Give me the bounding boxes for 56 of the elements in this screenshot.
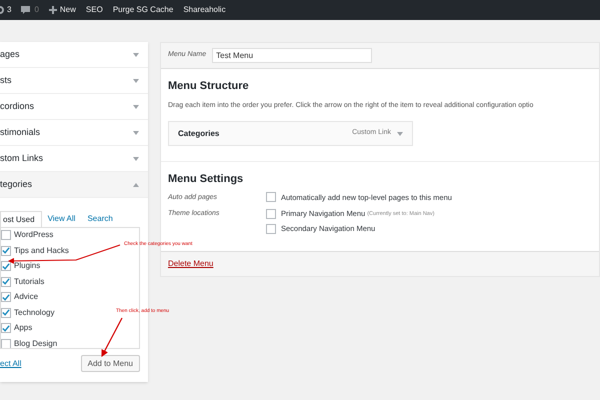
expand-arrow-icon[interactable] <box>133 52 139 56</box>
checkbox[interactable] <box>1 308 11 318</box>
category-label[interactable]: Advice <box>14 291 38 304</box>
menu-item-title: Categories <box>178 128 220 140</box>
accordion-header[interactable]: sts <box>0 68 148 94</box>
select-all-link[interactable]: ect All <box>0 358 22 370</box>
category-label[interactable]: WordPress <box>14 229 54 242</box>
checkbox[interactable] <box>1 261 11 272</box>
accordion-title: sts <box>0 74 12 87</box>
updates-count[interactable]: 3 <box>7 4 12 16</box>
checkbox[interactable] <box>1 292 11 302</box>
add-to-menu-button[interactable]: Add to Menu <box>80 355 140 372</box>
annotation-arrow <box>101 318 123 358</box>
category-label[interactable]: Technology <box>14 306 54 319</box>
section-heading: Menu Settings <box>168 172 244 187</box>
accordion-header[interactable]: cordions <box>0 94 148 120</box>
delete-menu-link[interactable]: Delete Menu <box>168 258 214 270</box>
checkbox[interactable] <box>1 276 11 287</box>
collapse-arrow-icon[interactable] <box>133 182 139 186</box>
accordion-title: stom Links <box>0 152 44 165</box>
category-label[interactable]: Apps <box>14 322 32 334</box>
menu-name-field[interactable]: Test Menu <box>212 48 372 63</box>
admin-bar-link[interactable]: Purge SG Cache <box>112 4 174 16</box>
checkbox[interactable] <box>1 338 11 348</box>
admin-bar-link[interactable]: SEO <box>86 4 103 16</box>
checkbox[interactable] <box>266 224 276 234</box>
comment-icon[interactable] <box>21 6 30 14</box>
accordion-title: tegories <box>0 178 32 191</box>
category-label[interactable]: Plugins <box>14 260 40 272</box>
category-label[interactable]: Tips and Hacks <box>14 244 69 257</box>
accordion-header[interactable]: ages <box>0 42 148 68</box>
plus-icon[interactable] <box>48 6 57 14</box>
accordion-header[interactable]: stom Links <box>0 146 148 172</box>
checkbox[interactable] <box>266 208 276 219</box>
category-tab[interactable]: Search <box>81 211 119 227</box>
category-tab[interactable]: View All <box>42 211 82 227</box>
admin-bar-link[interactable]: Shareaholic <box>183 4 226 16</box>
category-label[interactable]: Blog Design <box>14 338 58 348</box>
accordion-title: cordions <box>0 100 34 113</box>
expand-arrow-icon[interactable] <box>133 78 139 82</box>
accordion-header[interactable]: tegories <box>0 172 148 198</box>
section-heading: Menu Structure <box>168 79 250 94</box>
expand-arrow-icon[interactable] <box>397 132 403 136</box>
category-label[interactable]: Tutorials <box>14 276 44 288</box>
expand-arrow-icon[interactable] <box>133 156 139 160</box>
checkbox[interactable] <box>1 323 11 334</box>
checkbox[interactable] <box>1 230 11 240</box>
checkbox[interactable] <box>266 192 276 202</box>
category-tab[interactable]: ost Used <box>0 211 42 227</box>
accordion-header[interactable]: stimonials <box>0 120 148 146</box>
admin-bar-link[interactable]: New <box>60 4 76 16</box>
checkbox[interactable] <box>1 246 11 256</box>
expand-arrow-icon[interactable] <box>133 130 139 134</box>
accordion-title: ages <box>0 48 20 61</box>
expand-arrow-icon[interactable] <box>133 104 139 108</box>
accordion-title: stimonials <box>0 126 40 139</box>
